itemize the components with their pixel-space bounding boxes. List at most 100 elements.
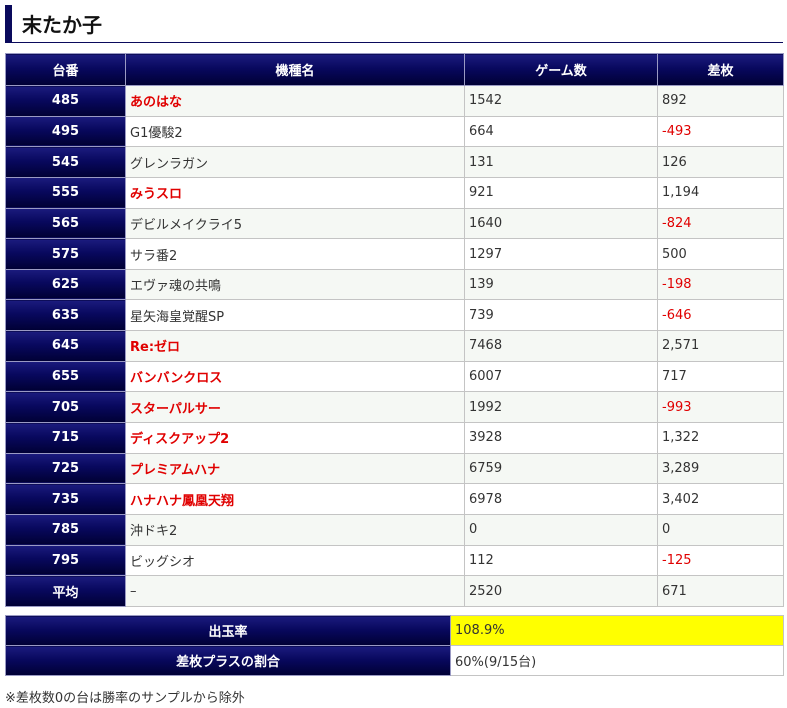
page-title: 末たか子 (22, 13, 102, 37)
game-count-cell: 6978 (464, 483, 658, 515)
machine-name-cell: サラ番2 (125, 238, 465, 270)
game-count-cell: 664 (464, 115, 658, 148)
machine-name-cell: あのはな (125, 85, 465, 117)
header-machine-name: 機種名 (125, 53, 465, 86)
game-count-cell: 921 (464, 176, 658, 209)
machine-number-cell: 625 (5, 268, 126, 301)
machine-name-cell: バンバンクロス (125, 360, 465, 393)
header-game-count: ゲーム数 (464, 53, 658, 86)
game-count-cell: 1297 (464, 238, 658, 270)
machine-name-cell: デビルメイクライ5 (125, 207, 465, 240)
game-count-cell: 1542 (464, 85, 658, 117)
game-count-cell: 1640 (464, 207, 658, 240)
header-medal-difference: 差枚 (657, 53, 784, 86)
medal-diff-cell: 1,194 (657, 176, 784, 209)
game-count-cell: 6759 (464, 452, 658, 485)
machine-number-cell: 705 (5, 391, 126, 424)
table-row: 625 エヴァ魂の共鳴 139 -198 (5, 268, 784, 301)
machine-number-cell: 635 (5, 299, 126, 332)
medal-diff-cell: 126 (657, 146, 784, 178)
machine-number-cell: 555 (5, 176, 126, 209)
table-row: 545 グレンラガン 131 126 (5, 146, 784, 178)
table-row: 725 プレミアムハナ 6759 3,289 (5, 452, 784, 485)
machine-number-cell: 785 (5, 513, 126, 546)
summary-table: 出玉率 108.9% 差枚プラスの割合 60%(9/15台) (5, 615, 784, 676)
average-label: 平均 (5, 575, 126, 607)
machine-name-cell: グレンラガン (125, 146, 465, 178)
game-count-cell: 6007 (464, 360, 658, 393)
table-row: 495 G1優駿2 664 -493 (5, 115, 784, 148)
medal-diff-cell: 3,289 (657, 452, 784, 485)
machine-number-cell: 795 (5, 544, 126, 577)
medal-diff-cell: -993 (657, 391, 784, 424)
machine-name-cell: 星矢海皇覚醒SP (125, 299, 465, 332)
footnote: ※差枚数0の台は勝率のサンプルから除外 (5, 691, 245, 706)
medal-diff-cell: 1,322 (657, 422, 784, 454)
table-row: 715 ディスクアップ2 3928 1,322 (5, 422, 784, 454)
machine-number-cell: 735 (5, 483, 126, 515)
machine-number-cell: 645 (5, 330, 126, 362)
average-row: 平均 – 2520 671 (5, 575, 784, 607)
plus-ratio-row: 差枚プラスの割合 60%(9/15台) (5, 645, 784, 676)
table-row: 735 ハナハナ鳳凰天翔 6978 3,402 (5, 483, 784, 515)
machine-name-cell: G1優駿2 (125, 115, 465, 148)
machine-number-cell: 655 (5, 360, 126, 393)
payout-rate-value: 108.9% (450, 615, 784, 646)
game-count-cell: 1992 (464, 391, 658, 424)
table-row: 795 ビッグシオ 112 -125 (5, 544, 784, 577)
machine-name-cell: スターパルサー (125, 391, 465, 424)
table-header-row: 台番 機種名 ゲーム数 差枚 (5, 53, 784, 86)
medal-diff-cell: 0 (657, 513, 784, 546)
medal-diff-cell: 500 (657, 238, 784, 270)
machine-number-cell: 575 (5, 238, 126, 270)
average-diff: 671 (657, 575, 784, 607)
machine-number-cell: 725 (5, 452, 126, 485)
machine-name-cell: ディスクアップ2 (125, 422, 465, 454)
machine-name-cell: Re:ゼロ (125, 330, 465, 362)
machine-name-cell: ハナハナ鳳凰天翔 (125, 483, 465, 515)
game-count-cell: 131 (464, 146, 658, 178)
medal-diff-cell: -125 (657, 544, 784, 577)
medal-diff-cell: 892 (657, 85, 784, 117)
table-row: 705 スターパルサー 1992 -993 (5, 391, 784, 424)
game-count-cell: 7468 (464, 330, 658, 362)
table-row: 785 沖ドキ2 0 0 (5, 513, 784, 546)
medal-diff-cell: -824 (657, 207, 784, 240)
game-count-cell: 139 (464, 268, 658, 301)
table-row: 635 星矢海皇覚醒SP 739 -646 (5, 299, 784, 332)
medal-diff-cell: -493 (657, 115, 784, 148)
medal-diff-cell: 2,571 (657, 330, 784, 362)
machine-number-cell: 565 (5, 207, 126, 240)
game-count-cell: 3928 (464, 422, 658, 454)
game-count-cell: 739 (464, 299, 658, 332)
plus-ratio-value: 60%(9/15台) (450, 645, 784, 676)
machine-number-cell: 715 (5, 422, 126, 454)
average-name: – (125, 575, 465, 607)
machine-number-cell: 485 (5, 85, 126, 117)
machine-name-cell: 沖ドキ2 (125, 513, 465, 546)
table-row: 485 あのはな 1542 892 (5, 85, 784, 117)
game-count-cell: 0 (464, 513, 658, 546)
machine-name-cell: プレミアムハナ (125, 452, 465, 485)
medal-diff-cell: -198 (657, 268, 784, 301)
machine-number-cell: 545 (5, 146, 126, 178)
table-row: 645 Re:ゼロ 7468 2,571 (5, 330, 784, 362)
table-row: 565 デビルメイクライ5 1640 -824 (5, 207, 784, 240)
plus-ratio-label: 差枚プラスの割合 (5, 645, 451, 676)
table-row: 575 サラ番2 1297 500 (5, 238, 784, 270)
machine-name-cell: エヴァ魂の共鳴 (125, 268, 465, 301)
average-games: 2520 (464, 575, 658, 607)
machine-name-cell: ビッグシオ (125, 544, 465, 577)
medal-diff-cell: 717 (657, 360, 784, 393)
title-bar: 末たか子 (5, 5, 783, 43)
game-count-cell: 112 (464, 544, 658, 577)
table-row: 555 みうスロ 921 1,194 (5, 176, 784, 209)
machine-data-table: 台番 機種名 ゲーム数 差枚 485 あのはな 1542 892 495 G1優駿2 664… (5, 53, 784, 607)
machine-name-cell: みうスロ (125, 176, 465, 209)
payout-rate-row: 出玉率 108.9% (5, 615, 784, 646)
medal-diff-cell: -646 (657, 299, 784, 332)
machine-number-cell: 495 (5, 115, 126, 148)
header-machine-number: 台番 (5, 53, 126, 86)
medal-diff-cell: 3,402 (657, 483, 784, 515)
payout-rate-label: 出玉率 (5, 615, 451, 646)
